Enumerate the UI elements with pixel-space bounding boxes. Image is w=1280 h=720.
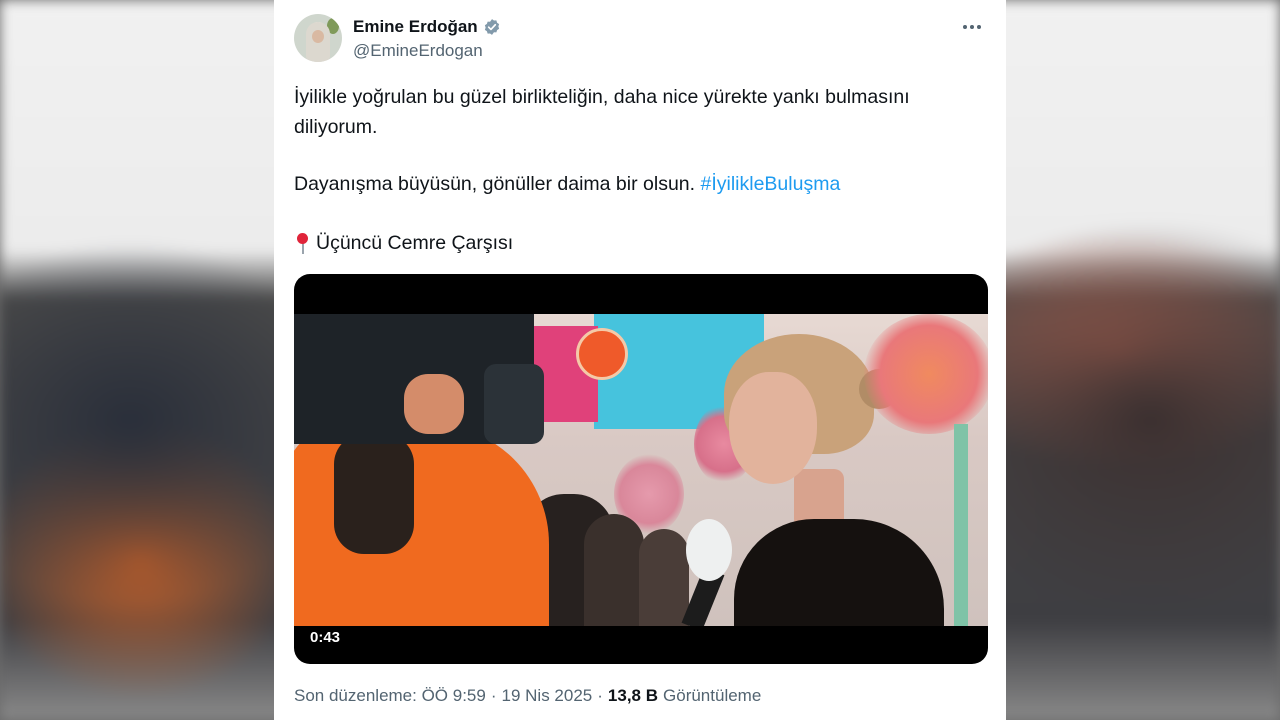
video-camera-lens <box>484 364 544 444</box>
meta-separator: · <box>490 686 497 705</box>
tweet-header: Emine Erdoğan @EmineErdogan <box>294 12 986 68</box>
tweet-meta: Son düzenleme: ÖÖ 9:59 · 19 Nis 2025 · 1… <box>294 686 761 706</box>
blurred-background-left <box>0 0 275 720</box>
views-count: 13,8 B <box>607 686 659 705</box>
tweet-date[interactable]: 19 Nis 2025 <box>502 686 593 706</box>
meta-separator: · <box>597 686 603 705</box>
video-frame <box>294 314 988 626</box>
video-flower-stem <box>954 424 968 626</box>
tweet-card: Emine Erdoğan @EmineErdogan İyilikle yoğ… <box>274 0 1006 720</box>
edited-label[interactable]: Son düzenleme: ÖÖ 9:59 <box>294 686 486 706</box>
display-name[interactable]: Emine Erdoğan <box>353 17 478 37</box>
more-dot <box>970 25 974 29</box>
video-duration: 0:43 <box>310 629 341 646</box>
video-bg-logo <box>576 328 628 380</box>
more-dot <box>963 25 967 29</box>
video-crowd-person <box>584 514 644 626</box>
video-woman-face <box>729 372 817 484</box>
views-label: Görüntüleme <box>663 686 762 705</box>
more-dots-icon[interactable] <box>958 16 986 38</box>
tweet-text-paragraph-2-text: Dayanışma büyüsün, gönüller daima bir ol… <box>294 173 701 195</box>
tweet-text-paragraph-1: İyilikle yoğrulan bu güzel birlikteliğin… <box>294 86 910 138</box>
round-pushpin-icon <box>294 230 310 256</box>
tweet-location-line: Üçüncü Cemre Çarşısı <box>294 228 986 258</box>
blurred-background-right <box>1006 0 1280 720</box>
video-player[interactable]: 0:43 <box>294 274 988 664</box>
video-cameraman-hand <box>404 374 464 434</box>
video-woman-body <box>734 519 944 626</box>
more-dot <box>977 25 981 29</box>
hashtag-link[interactable]: #İyilikleBuluşma <box>700 173 840 195</box>
video-cameraman <box>294 424 549 626</box>
tweet-text-paragraph-2: Dayanışma büyüsün, gönüller daima bir ol… <box>294 169 986 199</box>
pushpin-needle <box>301 243 304 254</box>
pushpin-head <box>297 233 308 244</box>
handle[interactable]: @EmineErdogan <box>353 41 483 61</box>
video-paper-flower <box>864 314 988 434</box>
avatar[interactable] <box>294 14 342 62</box>
video-cameraman-shadow <box>334 434 414 554</box>
video-microphone <box>686 519 732 581</box>
avatar-face <box>312 30 324 43</box>
verified-badge-icon <box>484 19 499 35</box>
location-text: Üçüncü Cemre Çarşısı <box>316 232 514 254</box>
name-row: Emine Erdoğan <box>353 16 501 38</box>
video-crowd-person <box>639 529 689 626</box>
